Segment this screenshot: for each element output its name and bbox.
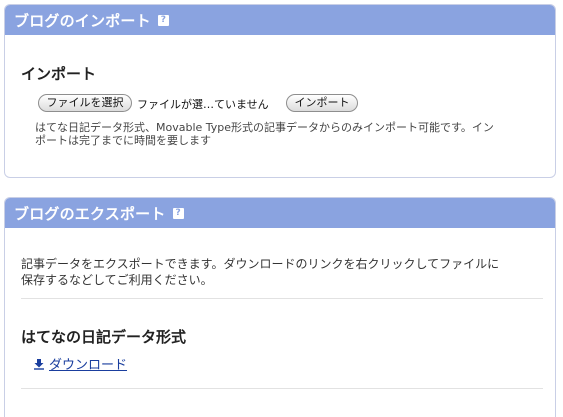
download-label[interactable]: ダウンロード: [49, 354, 127, 373]
file-status-text: ファイルが選…ていません: [137, 98, 269, 111]
import-panel: ブログのインポート ? インポート ファイルを選択 ファイルが選…ていません イ…: [4, 4, 556, 178]
download-icon: [34, 358, 44, 370]
help-icon[interactable]: ?: [157, 14, 169, 26]
download-link[interactable]: ダウンロード: [33, 354, 127, 373]
import-description-line2: ポートは完了までに時間を要します: [35, 134, 211, 147]
export-divider: [21, 298, 543, 299]
import-panel-header: ブログのインポート ?: [5, 5, 555, 35]
export-description-line2: 保存するなどしてご利用ください。: [21, 273, 213, 287]
export-format-heading: はてなの日記データ形式: [21, 328, 187, 346]
export-panel: ブログのエクスポート ? 記事データをエクスポートできます。ダウンロードのリンク…: [4, 197, 556, 417]
export-panel-title: ブログのエクスポート: [14, 204, 166, 223]
export-description-line1: 記事データをエクスポートできます。ダウンロードのリンクを右クリックしてファイルに: [21, 257, 500, 271]
import-panel-title: ブログのインポート: [14, 11, 151, 30]
import-description: はてな日記データ形式、Movable Type形式の記事データからのみインポート…: [35, 121, 545, 147]
choose-file-button[interactable]: ファイルを選択: [38, 94, 132, 112]
import-description-line1: はてな日記データ形式、Movable Type形式の記事データからのみインポート…: [35, 121, 494, 134]
export-description: 記事データをエクスポートできます。ダウンロードのリンクを右クリックしてファイルに…: [21, 256, 545, 288]
export-bottom-divider: [21, 388, 543, 389]
help-icon[interactable]: ?: [172, 207, 184, 219]
export-panel-header: ブログのエクスポート ?: [5, 198, 555, 228]
import-heading: インポート: [21, 65, 97, 83]
import-button[interactable]: インポート: [286, 94, 358, 112]
